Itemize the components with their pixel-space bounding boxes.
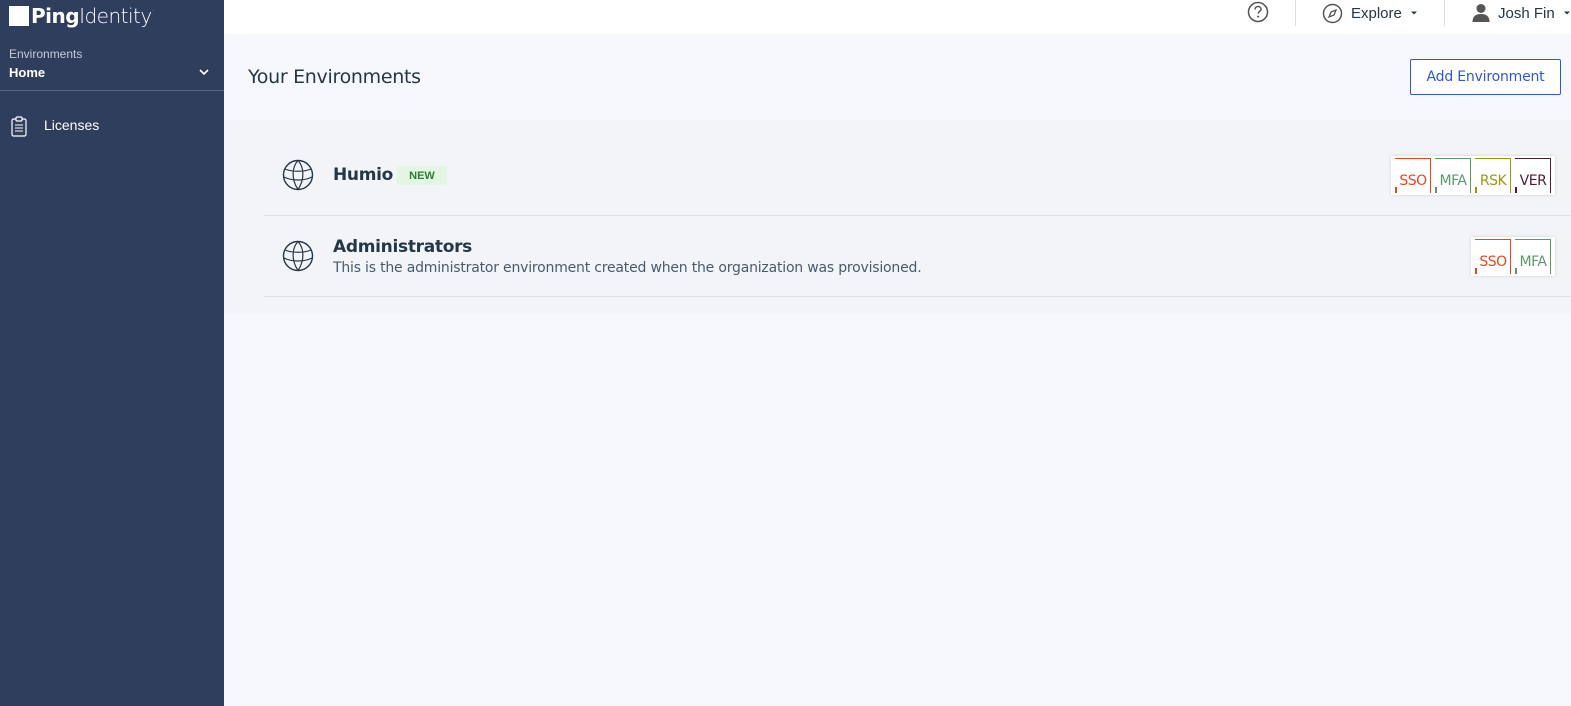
- sidebar-item-label: Licenses: [44, 117, 100, 133]
- user-name: Josh Fin: [1498, 4, 1555, 22]
- environment-name: Administrators: [333, 237, 473, 257]
- ping-identity-logo[interactable]: PingIdentity.: [9, 4, 154, 28]
- environment-selector[interactable]: Environments Home: [0, 44, 224, 91]
- page-title: Your Environments: [248, 66, 421, 88]
- topbar-divider: [1444, 0, 1445, 26]
- service-badges: SSO MFA RSK VER: [1391, 156, 1555, 195]
- caret-down-icon: [1410, 11, 1417, 15]
- explore-label: Explore: [1351, 4, 1402, 22]
- service-badge-ver: VER: [1515, 158, 1551, 193]
- sidebar-item-licenses[interactable]: Licenses: [0, 108, 224, 144]
- compass-icon: [1322, 3, 1343, 23]
- environment-list: Humio NEW SSO MFA RSK VER Administrators…: [224, 120, 1571, 314]
- help-circle-icon[interactable]: [1247, 1, 1269, 23]
- globe-icon: [282, 159, 314, 191]
- person-icon: [1472, 4, 1490, 22]
- topbar-divider: [1295, 0, 1296, 26]
- new-badge: NEW: [397, 166, 447, 185]
- environment-row[interactable]: Humio NEW SSO MFA RSK VER: [264, 135, 1571, 216]
- environment-row[interactable]: Administrators This is the administrator…: [264, 216, 1571, 297]
- service-badge-mfa: MFA: [1435, 158, 1471, 193]
- service-badge-rsk: RSK: [1475, 158, 1511, 193]
- environment-description: This is the administrator environment cr…: [333, 260, 922, 276]
- add-environment-button[interactable]: Add Environment: [1410, 59, 1561, 95]
- service-badge-sso: SSO: [1475, 239, 1511, 274]
- environment-name: Humio: [333, 165, 394, 185]
- logo-wordmark: PingIdentity.: [31, 4, 154, 28]
- environment-selector-value: Home: [9, 65, 46, 80]
- service-badge-sso: SSO: [1395, 158, 1431, 193]
- explore-menu[interactable]: Explore: [1322, 1, 1418, 25]
- user-menu[interactable]: Josh Fin: [1472, 1, 1571, 25]
- sidebar: PingIdentity. Environments Home Licenses: [0, 0, 224, 706]
- service-badge-mfa: MFA: [1515, 239, 1551, 274]
- clipboard-icon: [11, 116, 27, 137]
- environment-selector-label: Environments: [9, 47, 83, 61]
- chevron-down-icon: [199, 69, 209, 76]
- logo-mark: [9, 6, 29, 26]
- service-badges: SSO MFA: [1471, 237, 1555, 276]
- caret-down-icon: [1563, 11, 1570, 15]
- globe-icon: [282, 240, 314, 272]
- top-bar: Explore Josh Fin: [224, 0, 1571, 34]
